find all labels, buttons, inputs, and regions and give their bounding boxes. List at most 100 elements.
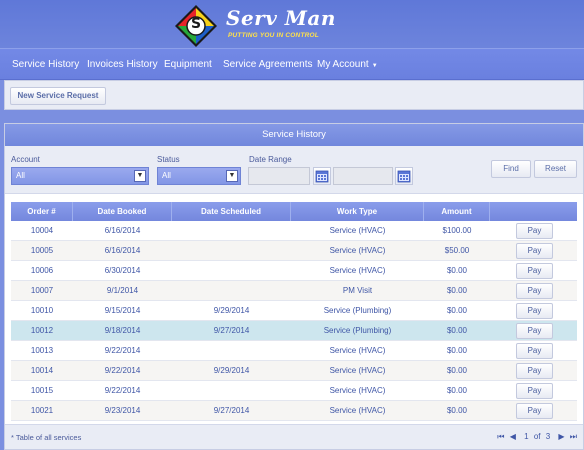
cell-amount: $0.00 (446, 286, 468, 295)
date-from-calendar-button[interactable] (313, 167, 331, 185)
status-select-value: All (162, 171, 171, 180)
cell-date-booked: 6/16/2014 (104, 246, 141, 255)
cell-order: 10005 (30, 246, 54, 255)
cell-date-scheduled (172, 221, 291, 241)
table-row[interactable]: 10010 9/15/2014 9/29/2014 Service (Plumbing… (11, 301, 577, 321)
main-nav: Service History Invoices History Equipme… (0, 48, 584, 80)
cell-amount: $100.00 (442, 226, 472, 235)
nav-my-account[interactable]: My Account ▼ (317, 49, 378, 80)
cell-date-booked: 6/16/2014 (104, 226, 141, 235)
col-date-scheduled[interactable]: Date Scheduled (172, 202, 291, 221)
cell-date-scheduled (172, 281, 291, 301)
cell-date-booked: 9/22/2014 (104, 386, 141, 395)
cell-order: 10013 (30, 346, 54, 355)
cell-amount: $0.00 (446, 306, 468, 315)
cell-date-booked: 9/15/2014 (104, 306, 141, 315)
page-of-label: of (533, 432, 541, 441)
cell-date-booked: 9/22/2014 (104, 366, 141, 375)
col-amount[interactable]: Amount (424, 202, 490, 221)
cell-date-scheduled (172, 341, 291, 361)
cell-order: 10010 (30, 306, 54, 315)
cell-date-scheduled: 9/27/2014 (213, 326, 250, 335)
cell-order: 10021 (30, 406, 54, 415)
col-date-booked[interactable]: Date Booked (73, 202, 172, 221)
date-range-label: Date Range (249, 155, 292, 164)
cell-date-scheduled: 9/29/2014 (213, 366, 250, 375)
account-select[interactable]: All ▼ (11, 167, 149, 185)
cell-date-scheduled (172, 261, 291, 281)
pay-button[interactable]: Pay (516, 403, 553, 419)
nav-service-history[interactable]: Service History (12, 49, 79, 80)
cell-work-type: Service (HVAC) (329, 366, 386, 375)
cell-work-type: Service (HVAC) (329, 346, 386, 355)
cell-order: 10015 (30, 386, 54, 395)
cell-date-scheduled: 9/27/2014 (213, 406, 250, 415)
footer-note: * Table of all services (11, 433, 82, 442)
account-label: Account (11, 155, 40, 164)
table-row[interactable]: 10005 6/16/2014 Service (HVAC) $50.00 Pay (11, 241, 577, 261)
page-current: 1 (524, 432, 529, 441)
chevron-down-icon: ▼ (226, 170, 238, 182)
new-service-request-button[interactable]: New Service Request (10, 87, 106, 105)
col-order[interactable]: Order # (11, 202, 73, 221)
cell-work-type: Service (HVAC) (329, 386, 386, 395)
date-from-input[interactable] (248, 167, 310, 185)
pay-button[interactable]: Pay (516, 323, 553, 339)
col-work-type[interactable]: Work Type (291, 202, 424, 221)
cell-date-booked: 9/18/2014 (104, 326, 141, 335)
cell-order: 10014 (30, 366, 54, 375)
pay-button[interactable]: Pay (516, 283, 553, 299)
cell-amount: $50.00 (444, 246, 470, 255)
table-row[interactable]: 10006 6/30/2014 Service (HVAC) $0.00 Pay (11, 261, 577, 281)
first-page-icon[interactable]: ⏮ (497, 432, 504, 441)
table-row[interactable]: 10007 9/1/2014 PM Visit $0.00 Pay (11, 281, 577, 301)
page-total: 3 (545, 432, 551, 441)
next-page-icon[interactable]: ▶ (558, 432, 564, 441)
table-row[interactable]: 10014 9/22/2014 9/29/2014 Service (HVAC) $0.… (11, 361, 577, 381)
calendar-icon (315, 170, 329, 183)
table-row[interactable]: 10013 9/22/2014 Service (HVAC) $0.00 Pay (11, 341, 577, 361)
table-row[interactable]: 10012 9/18/2014 9/27/2014 Service (Plumbing… (11, 321, 577, 341)
logo-letter: S (190, 16, 202, 32)
date-to-input[interactable] (333, 167, 393, 185)
cell-amount: $0.00 (446, 266, 468, 275)
nav-invoices-history[interactable]: Invoices History (87, 49, 158, 80)
cell-amount: $0.00 (446, 386, 468, 395)
pay-button[interactable]: Pay (516, 263, 553, 279)
nav-service-agreements[interactable]: Service Agreements (223, 49, 313, 80)
pager: ⏮ ◀ 1 of 3 ▶ ⏭ (494, 432, 577, 442)
action-toolbar: New Service Request (4, 80, 584, 110)
cell-date-booked: 9/23/2014 (104, 406, 141, 415)
pay-button[interactable]: Pay (516, 383, 553, 399)
nav-equipment[interactable]: Equipment (164, 49, 212, 80)
cell-order: 10012 (30, 326, 54, 335)
status-select[interactable]: All ▼ (157, 167, 241, 185)
pay-button[interactable]: Pay (516, 243, 553, 259)
nav-label: Equipment (164, 59, 212, 70)
table-row[interactable]: 10004 6/16/2014 Service (HVAC) $100.00 Pay (11, 221, 577, 241)
brand-name: Serv Man (226, 6, 336, 30)
date-to-calendar-button[interactable] (395, 167, 413, 185)
service-history-panel: Service History Account All ▼ Status All… (4, 123, 584, 450)
cell-work-type: PM Visit (342, 286, 373, 295)
logo[interactable]: S Serv Man PUTTING YOU IN CONTROL (174, 4, 344, 47)
pay-button[interactable]: Pay (516, 363, 553, 379)
cell-work-type: Service (HVAC) (329, 266, 386, 275)
table-row[interactable]: 10021 9/23/2014 9/27/2014 Service (HVAC) $0.… (11, 401, 577, 421)
cell-date-scheduled (172, 241, 291, 261)
cell-date-booked: 9/22/2014 (104, 346, 141, 355)
cell-work-type: Service (HVAC) (329, 246, 386, 255)
top-bar: S Serv Man PUTTING YOU IN CONTROL (0, 0, 584, 48)
cell-amount: $0.00 (446, 406, 468, 415)
cell-order: 10004 (30, 226, 54, 235)
pay-button[interactable]: Pay (516, 343, 553, 359)
table-row[interactable]: 10015 9/22/2014 Service (HVAC) $0.00 Pay (11, 381, 577, 401)
cell-order: 10006 (30, 266, 54, 275)
reset-button[interactable]: Reset (534, 160, 577, 178)
find-button[interactable]: Find (491, 160, 531, 178)
pay-button[interactable]: Pay (516, 303, 553, 319)
prev-page-icon[interactable]: ◀ (510, 432, 516, 441)
pay-button[interactable]: Pay (516, 223, 553, 239)
calendar-icon (397, 170, 411, 183)
last-page-icon[interactable]: ⏭ (570, 432, 577, 441)
